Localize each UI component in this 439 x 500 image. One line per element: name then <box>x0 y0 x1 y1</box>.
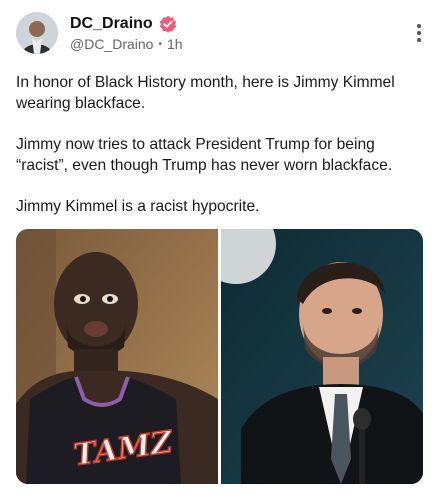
post-paragraph: In honor of Black History month, here is… <box>16 74 395 112</box>
name-row: DC_Draino <box>70 15 177 33</box>
post-paragraph: Jimmy Kimmel is a racist hypocrite. <box>16 198 260 215</box>
post-header: DC_Draino @DC_Draino • 1h <box>16 12 427 60</box>
handle[interactable]: @DC_Draino <box>70 36 153 52</box>
handle-row: @DC_Draino • 1h <box>70 36 183 52</box>
media-grid: TAMZ <box>16 229 423 484</box>
timestamp[interactable]: 1h <box>167 36 183 52</box>
post-body: In honor of Black History month, here is… <box>16 72 425 237</box>
photo-left[interactable]: TAMZ <box>16 229 218 484</box>
time-separator: • <box>158 38 162 50</box>
more-vertical-icon[interactable] <box>411 22 427 44</box>
photo-right[interactable] <box>221 229 423 484</box>
post-paragraph: Jimmy now tries to attack President Trum… <box>16 136 393 174</box>
display-name[interactable]: DC_Draino <box>70 15 153 33</box>
avatar[interactable] <box>16 12 58 54</box>
verified-badge-icon <box>159 15 177 33</box>
